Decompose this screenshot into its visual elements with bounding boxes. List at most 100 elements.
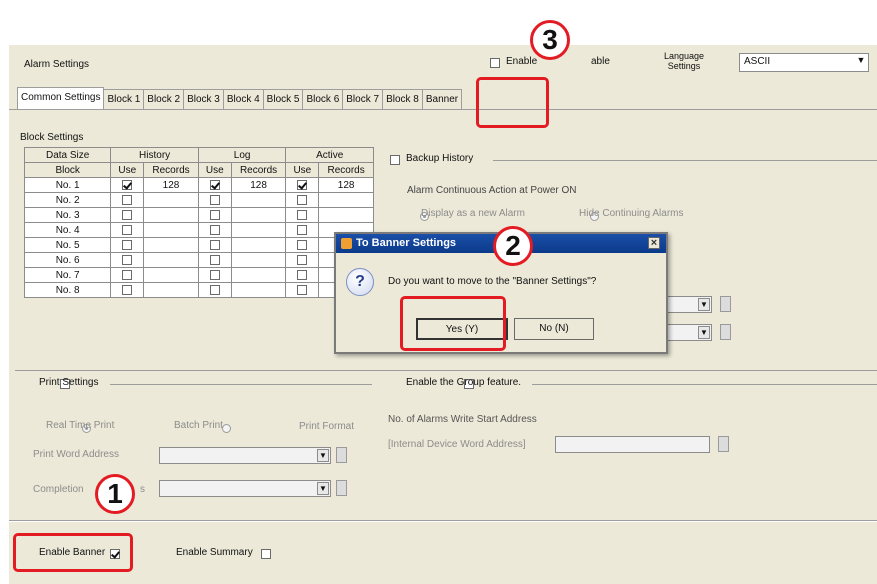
use-cell (197, 177, 232, 193)
table-row: No. 8 (23, 282, 374, 298)
hist-use-checkbox[interactable] (122, 284, 133, 295)
log-use-checkbox[interactable] (209, 284, 220, 295)
tab-block-6[interactable]: Block 6 (302, 89, 344, 109)
tab-common-settings[interactable]: Common Settings (17, 87, 105, 109)
block-name-cell[interactable]: No. 2 (23, 192, 112, 208)
records-cell[interactable] (143, 207, 199, 223)
records-cell[interactable] (143, 282, 199, 298)
log-use-checkbox[interactable] (209, 269, 220, 280)
close-icon[interactable]: × (648, 237, 660, 249)
records-cell[interactable] (230, 222, 287, 238)
block-name-cell[interactable]: No. 5 (23, 237, 112, 253)
table-row: No. 6 (23, 252, 374, 268)
chevron-down-icon[interactable]: ▼ (855, 55, 867, 68)
col-log-use: Use (197, 162, 232, 178)
language-settings-label: Language Settings (664, 51, 704, 71)
act-use-checkbox[interactable] (297, 209, 308, 220)
block-name-cell[interactable]: No. 3 (23, 207, 112, 223)
tab-block-2[interactable]: Block 2 (143, 89, 185, 109)
radio-real-time-print-label: Real Time Print (46, 420, 115, 431)
print-word-address-combo[interactable]: ▼ (159, 447, 331, 464)
act-use-checkbox[interactable] (297, 179, 308, 190)
records-cell[interactable] (143, 267, 199, 283)
backup-history-checkbox[interactable] (390, 155, 400, 166)
backup-combo-2-button[interactable] (720, 324, 731, 340)
use-cell (110, 237, 145, 253)
callout-box-enable-banner (13, 533, 133, 572)
use-cell (110, 207, 145, 223)
completion-address-combo[interactable]: ▼ (159, 480, 331, 497)
records-cell[interactable] (230, 237, 287, 253)
use-cell (197, 267, 232, 283)
language-select[interactable]: ASCII ▼ (739, 53, 869, 72)
use-cell (197, 222, 232, 238)
table-body: No. 1 128 128 128 No. 2 No. 3 No. 4 No. 5 No. 6N… (23, 177, 374, 298)
tab-block-7[interactable]: Block 7 (342, 89, 384, 109)
print-word-address-button[interactable] (336, 447, 347, 463)
chevron-down-icon[interactable]: ▼ (317, 482, 329, 495)
records-cell[interactable]: 128 (143, 177, 199, 193)
records-cell[interactable] (318, 192, 374, 208)
log-use-checkbox[interactable] (209, 224, 220, 235)
tab-block-8[interactable]: Block 8 (382, 89, 423, 109)
tab-block-3[interactable]: Block 3 (183, 89, 224, 109)
language-label-line1: Language (664, 51, 705, 61)
act-use-checkbox[interactable] (297, 239, 308, 250)
chevron-down-icon[interactable]: ▼ (698, 298, 710, 311)
enable-summary-checkbox[interactable] (260, 549, 271, 560)
log-use-checkbox[interactable] (209, 179, 220, 190)
records-cell[interactable] (230, 282, 287, 298)
block-name-cell[interactable]: No. 7 (23, 267, 112, 283)
records-cell[interactable] (143, 237, 199, 253)
hist-use-checkbox[interactable] (122, 254, 133, 265)
records-cell[interactable] (143, 252, 199, 268)
hist-use-checkbox[interactable] (122, 179, 133, 190)
log-use-checkbox[interactable] (209, 194, 220, 205)
backup-history-label: Backup History (406, 153, 474, 164)
hist-use-checkbox[interactable] (122, 209, 133, 220)
act-use-checkbox[interactable] (297, 284, 308, 295)
act-use-checkbox[interactable] (297, 224, 308, 235)
hist-use-checkbox[interactable] (122, 269, 133, 280)
enable-checkbox[interactable] (490, 58, 500, 69)
act-use-checkbox[interactable] (297, 194, 308, 205)
table-row: No. 1 128 128 128 (23, 177, 374, 193)
use-cell (110, 267, 145, 283)
completion-address-button[interactable] (336, 480, 347, 496)
log-use-checkbox[interactable] (209, 209, 220, 220)
log-use-checkbox[interactable] (209, 239, 220, 250)
tab-divider (9, 109, 877, 110)
records-cell[interactable] (143, 192, 199, 208)
records-cell[interactable] (230, 252, 287, 268)
tab-block-5[interactable]: Block 5 (262, 89, 304, 109)
block-name-cell[interactable]: No. 6 (23, 252, 112, 268)
backup-combo-1-button[interactable] (720, 296, 731, 312)
chevron-down-icon[interactable]: ▼ (698, 326, 710, 339)
tab-banner[interactable]: Banner (421, 89, 463, 109)
records-cell[interactable] (318, 207, 374, 223)
hist-use-checkbox[interactable] (122, 194, 133, 205)
chevron-down-icon[interactable]: ▼ (317, 449, 329, 462)
act-use-checkbox[interactable] (297, 254, 308, 265)
records-cell[interactable]: 128 (318, 177, 374, 193)
tab-block-1[interactable]: Block 1 (103, 89, 145, 109)
act-use-checkbox[interactable] (297, 269, 308, 280)
table-row: No. 5 (23, 237, 374, 253)
use-cell (285, 267, 320, 283)
records-cell[interactable] (230, 267, 287, 283)
log-use-checkbox[interactable] (209, 254, 220, 265)
records-cell[interactable]: 128 (230, 177, 287, 193)
hist-use-checkbox[interactable] (122, 224, 133, 235)
hist-use-checkbox[interactable] (122, 239, 133, 250)
group-address-button[interactable] (718, 436, 729, 452)
no-button[interactable]: No (N) (514, 318, 594, 340)
radio-batch-print[interactable] (222, 423, 232, 433)
block-name-cell[interactable]: No. 4 (23, 222, 112, 238)
tab-block-4[interactable]: Block 4 (222, 89, 264, 109)
group-address-field[interactable] (555, 436, 710, 453)
block-name-cell[interactable]: No. 8 (23, 282, 112, 298)
block-name-cell[interactable]: No. 1 (23, 177, 112, 193)
records-cell[interactable] (230, 207, 287, 223)
records-cell[interactable] (143, 222, 199, 238)
records-cell[interactable] (230, 192, 287, 208)
